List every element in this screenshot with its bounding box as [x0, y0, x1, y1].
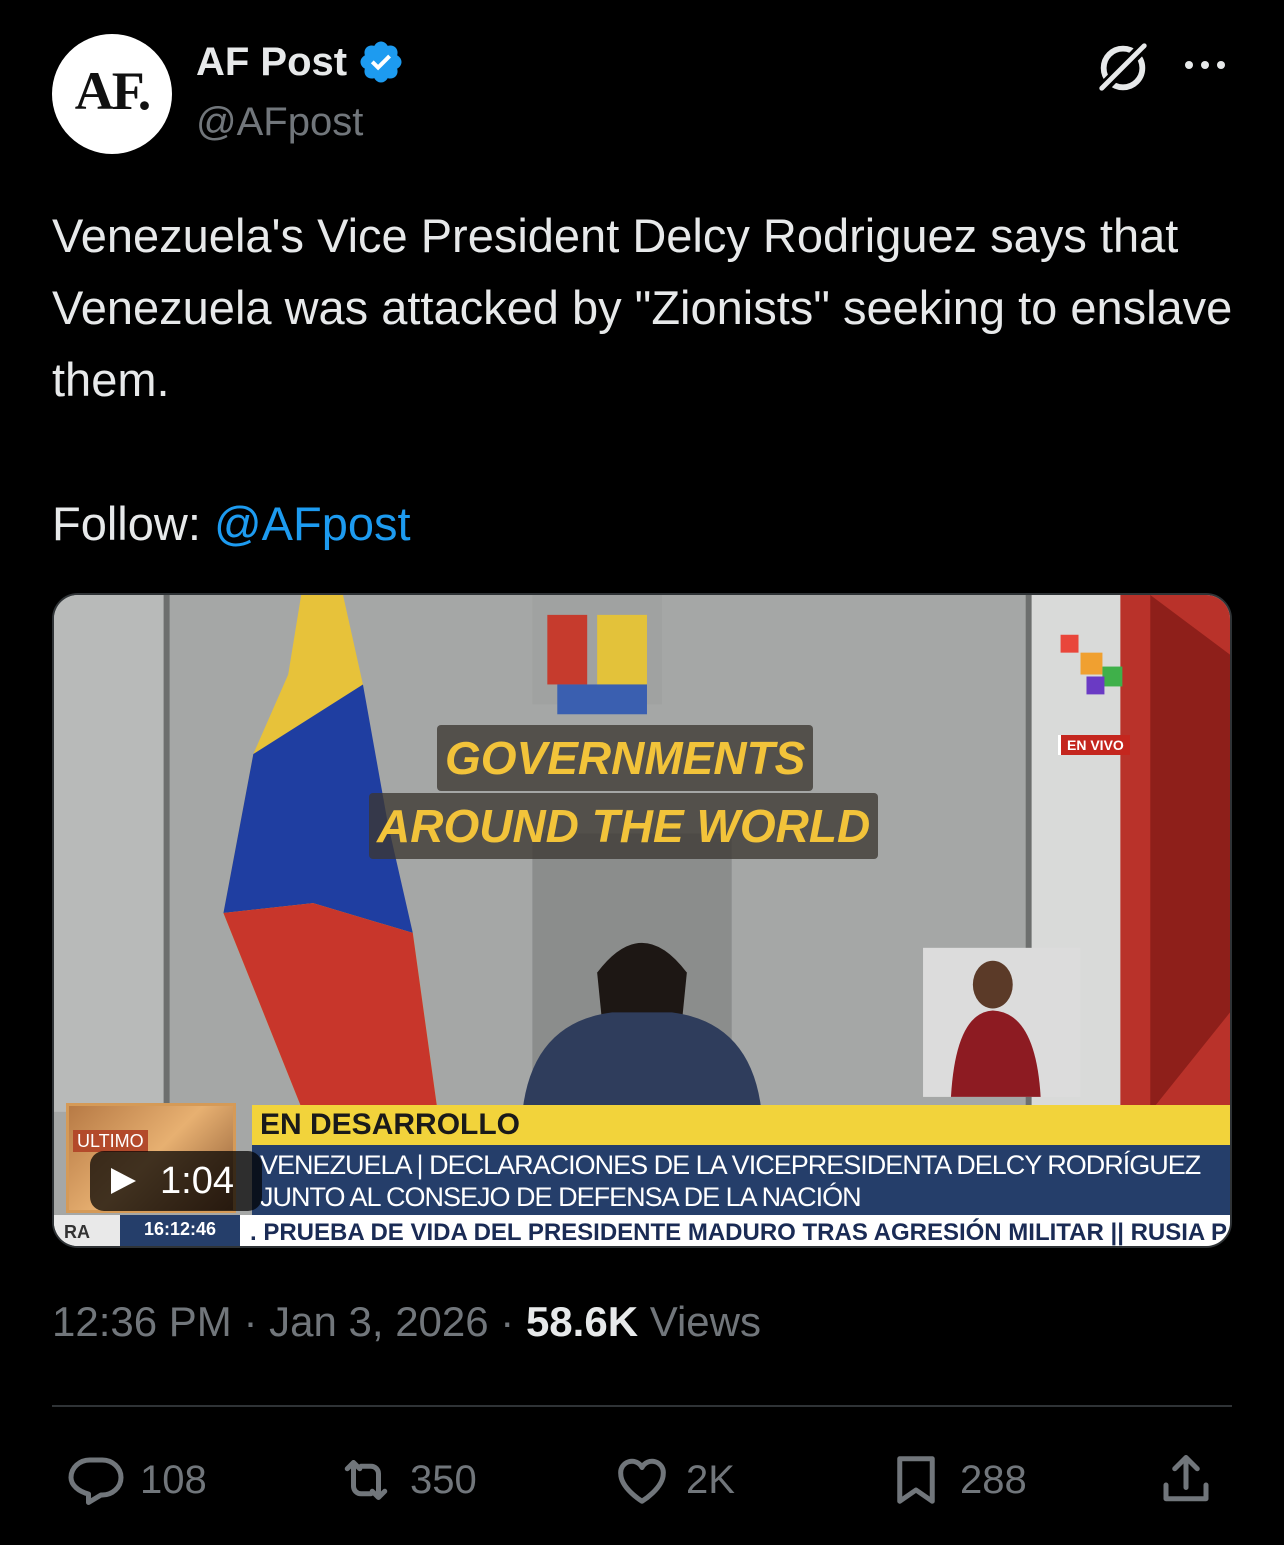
avatar[interactable]: AF.: [52, 34, 172, 154]
more-icon[interactable]: [1180, 52, 1230, 78]
reply-icon: [68, 1457, 124, 1505]
grok-icon[interactable]: [1094, 38, 1152, 96]
lower-third-title: EN DESARROLLO: [252, 1105, 1230, 1145]
divider: [52, 1405, 1232, 1407]
meta-separator: ·: [488, 1298, 526, 1345]
play-duration-button[interactable]: 1:04: [90, 1151, 262, 1211]
avatar-logo-text: AF.: [74, 61, 152, 121]
handle[interactable]: @AFpost: [196, 100, 363, 145]
meta-separator: ·: [231, 1298, 270, 1345]
retweet-count: 350: [410, 1457, 477, 1502]
heart-icon: [618, 1458, 666, 1504]
retweet-icon: [344, 1460, 388, 1500]
like-button[interactable]: 2K: [612, 1448, 735, 1512]
author-name-row[interactable]: AF Post: [196, 38, 405, 86]
ticker-text: . PRUEBA DE VIDA DEL PRESIDENTE MADURO T…: [250, 1219, 1228, 1246]
lower-third-line-2: JUNTO AL CONSEJO DE DEFENSA DE LA NACIÓN: [260, 1182, 862, 1212]
lower-third-body: VENEZUELA | DECLARACIONES DE LA VICEPRES…: [252, 1145, 1230, 1215]
ticker-clock: 16:12:46: [120, 1215, 240, 1246]
ticker-left-label: RA: [54, 1215, 120, 1246]
like-count: 2K: [686, 1457, 735, 1502]
lower-third-line-1: VENEZUELA | DECLARACIONES DE LA VICEPRES…: [260, 1150, 1201, 1180]
retweet-button[interactable]: 350: [336, 1448, 477, 1512]
tweet-meta: 12:36 PM · Jan 3, 2026 · 58.6K Views: [52, 1298, 761, 1346]
share-icon: [1163, 1455, 1209, 1502]
ultimo-label: ULTIMO: [73, 1130, 148, 1152]
follow-prefix: Follow:: [52, 497, 214, 550]
verified-badge-icon: [360, 41, 402, 83]
reply-count: 108: [140, 1457, 207, 1502]
reply-button[interactable]: 108: [66, 1448, 207, 1512]
tweet-time[interactable]: 12:36 PM: [52, 1298, 232, 1345]
live-badge: EN VIVO: [1058, 735, 1130, 755]
news-ticker: RA 16:12:46 . PRUEBA DE VIDA DEL PRESIDE…: [54, 1215, 1230, 1246]
bookmark-button[interactable]: 288: [886, 1448, 1027, 1512]
bookmark-icon: [897, 1456, 935, 1504]
caption-line-1: GOVERNMENTS: [437, 725, 814, 791]
video-player[interactable]: GOVERNMENTS AROUND THE WORLD EN VIVO ULT…: [52, 593, 1232, 1248]
tweet-date[interactable]: Jan 3, 2026: [269, 1298, 489, 1345]
bookmark-count: 288: [960, 1457, 1027, 1502]
share-button[interactable]: [1156, 1448, 1230, 1512]
tweet-text: Venezuela's Vice President Delcy Rodrigu…: [52, 209, 1233, 406]
video-duration: 1:04: [160, 1159, 234, 1202]
mention-link[interactable]: @AFpost: [214, 497, 411, 550]
views-count: 58.6K: [525, 1298, 639, 1345]
play-icon: [111, 1168, 136, 1194]
caption-line-2: AROUND THE WORLD: [369, 793, 879, 859]
display-name[interactable]: AF Post: [196, 40, 347, 85]
views-label: Views: [638, 1298, 761, 1345]
follow-line: Follow: @AFpost: [52, 488, 411, 560]
